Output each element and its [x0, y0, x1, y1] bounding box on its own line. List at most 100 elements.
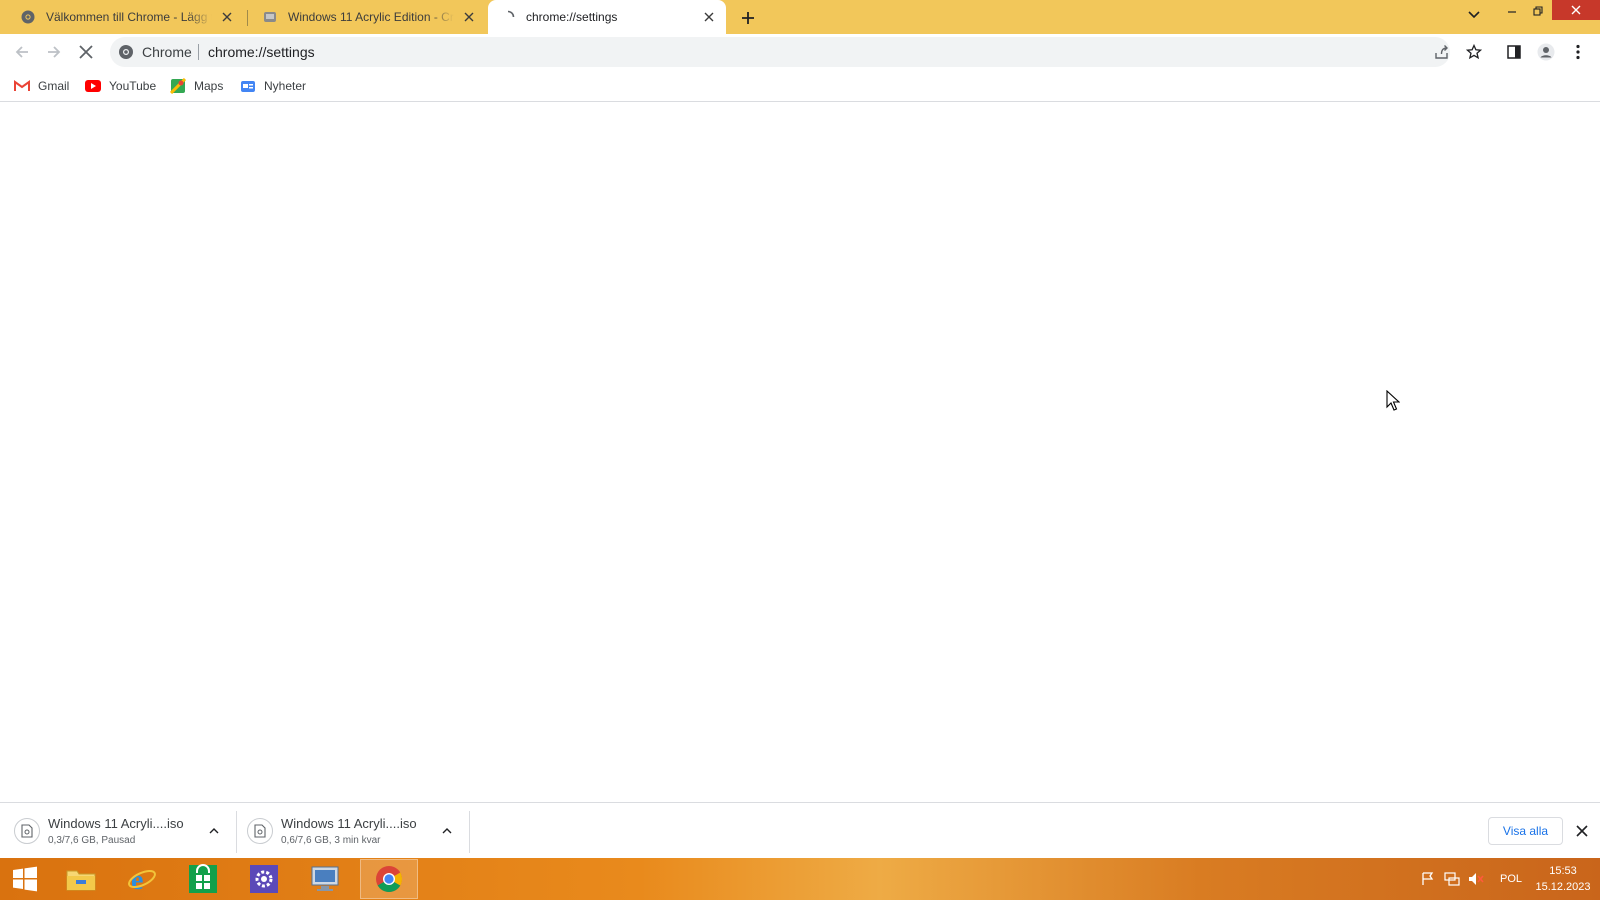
- bookmark-label: Gmail: [38, 79, 70, 93]
- page-content: [0, 102, 1600, 802]
- toolbar: Chrome chrome://settings: [0, 34, 1600, 70]
- tab-title: Windows 11 Acrylic Edition - Cru: [288, 10, 454, 24]
- action-center-flag-icon[interactable]: [1418, 858, 1438, 900]
- close-shelf-button[interactable]: [1572, 821, 1592, 841]
- arrow-right-icon: [48, 46, 61, 58]
- taskbar-app-settings[interactable]: [235, 859, 293, 899]
- bookmark-label: YouTube: [109, 79, 157, 93]
- side-panel-button[interactable]: [1500, 38, 1528, 66]
- maps-icon: [170, 78, 186, 94]
- bookmark-label: Nyheter: [264, 79, 307, 93]
- restore-icon: [1533, 6, 1543, 16]
- bookmark-news[interactable]: Nyheter: [240, 76, 306, 96]
- taskbar-app-store[interactable]: [174, 859, 232, 899]
- star-icon: [1466, 44, 1482, 60]
- close-icon: [79, 45, 93, 59]
- close-tab-icon[interactable]: [460, 8, 478, 26]
- remote-desktop-icon: [311, 866, 339, 891]
- chrome-icon: [118, 44, 134, 60]
- new-tab-button[interactable]: [737, 7, 759, 29]
- bookmarks-bar: Gmail YouTube Maps Nyheter: [0, 70, 1600, 102]
- minimize-icon: [1508, 11, 1516, 13]
- close-icon: [1576, 825, 1588, 837]
- tab-settings[interactable]: chrome://settings: [488, 0, 726, 34]
- mouse-cursor-icon: [1386, 390, 1400, 411]
- avatar-icon: [1537, 43, 1555, 61]
- plus-icon: [742, 12, 754, 24]
- clock-time: 15:53: [1549, 865, 1577, 877]
- news-icon: [240, 78, 256, 94]
- divider: [469, 811, 470, 853]
- input-language-indicator[interactable]: POL: [1494, 858, 1528, 900]
- bookmark-youtube[interactable]: YouTube: [85, 76, 156, 96]
- system-clock[interactable]: 15:53 15.12.2023: [1532, 863, 1594, 895]
- share-icon: [1435, 45, 1448, 59]
- tab-search-button[interactable]: [1460, 4, 1488, 26]
- gmail-icon: [14, 78, 30, 94]
- show-all-button[interactable]: Visa alla: [1488, 817, 1563, 845]
- settings-icon: [250, 865, 278, 893]
- taskbar-app-internet-explorer[interactable]: e: [113, 859, 171, 899]
- more-vert-icon: [1576, 44, 1580, 60]
- site-chip: Chrome: [142, 44, 192, 60]
- start-icon: [13, 866, 37, 892]
- chrome-icon: [20, 9, 36, 25]
- chrome-icon: [376, 866, 403, 893]
- restore-button[interactable]: [1524, 0, 1552, 22]
- file-icon: [14, 818, 40, 844]
- address-bar[interactable]: Chrome chrome://settings: [110, 37, 1450, 67]
- network-icon[interactable]: [1442, 858, 1462, 900]
- site-favicon: [262, 9, 278, 25]
- close-window-button[interactable]: [1552, 0, 1600, 20]
- start-button[interactable]: [0, 859, 50, 899]
- download-shelf: Windows 11 Acryli....iso 0,3/7,6 GB, Pau…: [0, 802, 1600, 858]
- taskbar-app-remote-desktop[interactable]: [296, 859, 354, 899]
- url-text[interactable]: chrome://settings: [208, 44, 315, 60]
- download-filename: Windows 11 Acryli....iso: [48, 816, 184, 831]
- download-filename: Windows 11 Acryli....iso: [281, 816, 417, 831]
- profile-button[interactable]: [1532, 38, 1560, 66]
- close-tab-icon[interactable]: [700, 8, 718, 26]
- arrow-left-icon: [15, 46, 28, 58]
- share-button[interactable]: [1428, 38, 1456, 66]
- youtube-icon: [85, 78, 101, 94]
- chevron-down-icon: [1468, 11, 1480, 19]
- side-panel-icon: [1507, 45, 1521, 59]
- chevron-up-icon[interactable]: [436, 820, 458, 842]
- bookmark-label: Maps: [194, 79, 224, 93]
- download-status: 0,6/7,6 GB, 3 min kvar: [281, 835, 381, 846]
- taskbar-app-chrome[interactable]: [360, 859, 418, 899]
- bookmark-gmail[interactable]: Gmail: [14, 76, 69, 96]
- taskbar: e POL 15:53 15.12.2023: [0, 858, 1600, 900]
- close-icon: [1571, 5, 1581, 15]
- bookmark-maps[interactable]: Maps: [170, 76, 223, 96]
- tab-title: Välkommen till Chrome - Lägg till: [46, 10, 212, 24]
- tab-welcome[interactable]: Välkommen till Chrome - Lägg till: [8, 0, 244, 34]
- stop-loading-button[interactable]: [72, 38, 100, 66]
- bookmark-star-button[interactable]: [1460, 38, 1488, 66]
- menu-button[interactable]: [1564, 38, 1592, 66]
- store-icon: [189, 864, 217, 893]
- svg-text:e: e: [131, 865, 143, 894]
- internet-explorer-icon: e: [128, 865, 156, 894]
- tab-separator: [247, 10, 248, 26]
- loading-spinner-icon: [500, 9, 516, 25]
- file-icon: [247, 818, 273, 844]
- download-status: 0,3/7,6 GB, Pausad: [48, 835, 136, 846]
- chevron-up-icon[interactable]: [203, 820, 225, 842]
- file-explorer-icon: [66, 870, 96, 891]
- tab-strip: Välkommen till Chrome - Lägg till Window…: [0, 0, 1600, 34]
- download-item[interactable]: Windows 11 Acryli....iso 0,3/7,6 GB, Pau…: [14, 803, 225, 859]
- download-item[interactable]: Windows 11 Acryli....iso 0,6/7,6 GB, 3 m…: [247, 803, 458, 859]
- clock-date: 15.12.2023: [1535, 881, 1591, 893]
- volume-muted-icon[interactable]: [1466, 858, 1486, 900]
- minimize-button[interactable]: [1498, 0, 1526, 22]
- divider: [198, 44, 199, 60]
- tab-windows-11[interactable]: Windows 11 Acrylic Edition - Cru: [250, 0, 486, 34]
- tab-title: chrome://settings: [526, 10, 618, 24]
- close-tab-icon[interactable]: [218, 8, 236, 26]
- taskbar-app-file-explorer[interactable]: [52, 859, 110, 899]
- back-button[interactable]: [8, 38, 36, 66]
- forward-button[interactable]: [40, 38, 68, 66]
- divider: [236, 811, 237, 853]
